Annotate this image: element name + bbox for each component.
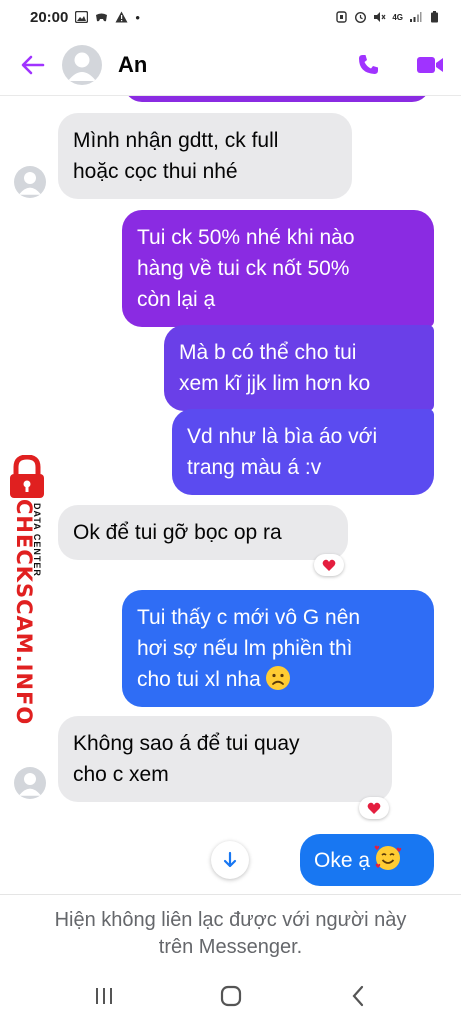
watermark-subtitle: DATA CENTER: [32, 503, 42, 577]
watermark: CHECKSCAM.INFO DATA CENTER: [2, 455, 48, 725]
message-line: cho tui xl nha: [137, 668, 261, 691]
mute-icon: [374, 12, 386, 22]
message-line: Oke ạ: [314, 849, 371, 872]
arrow-down-icon: [223, 851, 237, 868]
unavailable-notice: Hiện không liên lạc được với người này t…: [0, 894, 461, 968]
image-icon: [75, 11, 89, 23]
back-button[interactable]: [18, 50, 48, 80]
game-icon: [96, 13, 108, 22]
message-line-with-emoji: cho tui xl nha: [137, 664, 419, 695]
message-bubble-outgoing[interactable]: Mà b có thể cho tui xem kĩ jjk lim hơn k…: [164, 325, 434, 411]
system-nav-bar: [0, 968, 461, 1024]
alarm-icon: [355, 12, 367, 23]
home-icon: [220, 985, 241, 1007]
smiling-face-with-hearts-icon: [374, 844, 402, 870]
message-line: Ok để tui gỡ bọc op ra: [73, 521, 282, 544]
video-call-button[interactable]: [413, 50, 447, 80]
message-line: xem kĩ jjk lim hơn ko: [179, 372, 371, 395]
chat-header: An: [0, 34, 461, 96]
notice-text: Hiện không liên lạc được với người này t…: [54, 909, 407, 958]
system-back-button[interactable]: [338, 981, 378, 1011]
message-line: Mình nhận gdtt, ck full: [73, 129, 279, 152]
battery-saver-icon: [336, 11, 348, 23]
message-line: Tui thấy c mới vô G nên: [137, 606, 361, 629]
padlock-icon: [10, 455, 44, 498]
battery-icon: [431, 11, 438, 23]
warning-icon: [115, 11, 128, 23]
message-bubble-outgoing[interactable]: Vd như là bìa áo với trang màu á :v: [172, 409, 434, 495]
heart-icon: [367, 802, 381, 814]
status-dot: •: [135, 9, 140, 25]
message-bubble-incoming[interactable]: Mình nhận gdtt, ck full hoặc cọc thui nh…: [58, 113, 352, 199]
message-line: Mà b có thể cho tui: [179, 341, 357, 364]
sender-avatar[interactable]: [14, 166, 46, 198]
message-line: hơi sợ nếu lm phiền thì: [137, 637, 353, 660]
message-line: cho c xem: [73, 763, 169, 786]
message-bubble-incoming[interactable]: Không sao á để tui quay cho c xem: [58, 716, 392, 802]
default-avatar-icon: [18, 773, 42, 796]
message-line: hoặc cọc thui nhé: [73, 160, 238, 183]
status-time: 20:00: [30, 8, 69, 26]
heart-icon: [322, 559, 336, 571]
recent-apps-button[interactable]: [84, 981, 124, 1011]
frowning-face-icon: [265, 665, 291, 691]
message-bubble-incoming[interactable]: Ok để tui gỡ bọc op ra: [58, 505, 348, 560]
message-bubble-outgoing[interactable]: Tui ck 50% nhé khi nào hàng về tui ck nố…: [122, 210, 434, 327]
message-line: hàng về tui ck nốt 50%: [137, 257, 350, 280]
back-icon: [352, 985, 363, 1007]
default-avatar-icon: [18, 172, 42, 195]
message-bubble-outgoing[interactable]: Tui thấy c mới vô G nên hơi sợ nếu lm ph…: [122, 590, 434, 707]
status-bar: 20:00 • 4G: [0, 0, 461, 34]
message-line: còn lại ạ: [137, 288, 216, 311]
video-icon: [417, 56, 443, 73]
audio-call-button[interactable]: [353, 50, 383, 80]
message-bubble-outgoing[interactable]: Oke ạ: [300, 834, 434, 886]
phone-icon: [359, 54, 378, 74]
back-arrow-icon: [21, 55, 45, 74]
heart-reaction[interactable]: [359, 797, 389, 819]
message-line: Tui ck 50% nhé khi nào: [137, 226, 355, 249]
recent-apps-icon: [95, 988, 112, 1004]
network-label: 4G: [392, 12, 403, 22]
message-thread[interactable]: Mình nhận gdtt, ck full hoặc cọc thui nh…: [0, 96, 461, 894]
heart-reaction[interactable]: [314, 554, 344, 576]
message-line: trang màu á :v: [187, 456, 322, 479]
contact-avatar[interactable]: [62, 44, 102, 85]
scroll-to-bottom-button[interactable]: [211, 841, 249, 879]
sender-avatar[interactable]: [14, 767, 46, 799]
message-line: Không sao á để tui quay: [73, 732, 300, 755]
signal-icon: [410, 12, 422, 22]
previous-message-bubble[interactable]: [124, 96, 430, 102]
default-avatar-icon: [68, 52, 96, 81]
contact-name[interactable]: An: [118, 52, 147, 78]
home-button[interactable]: [211, 981, 251, 1011]
message-line: Vd như là bìa áo với: [187, 425, 378, 448]
